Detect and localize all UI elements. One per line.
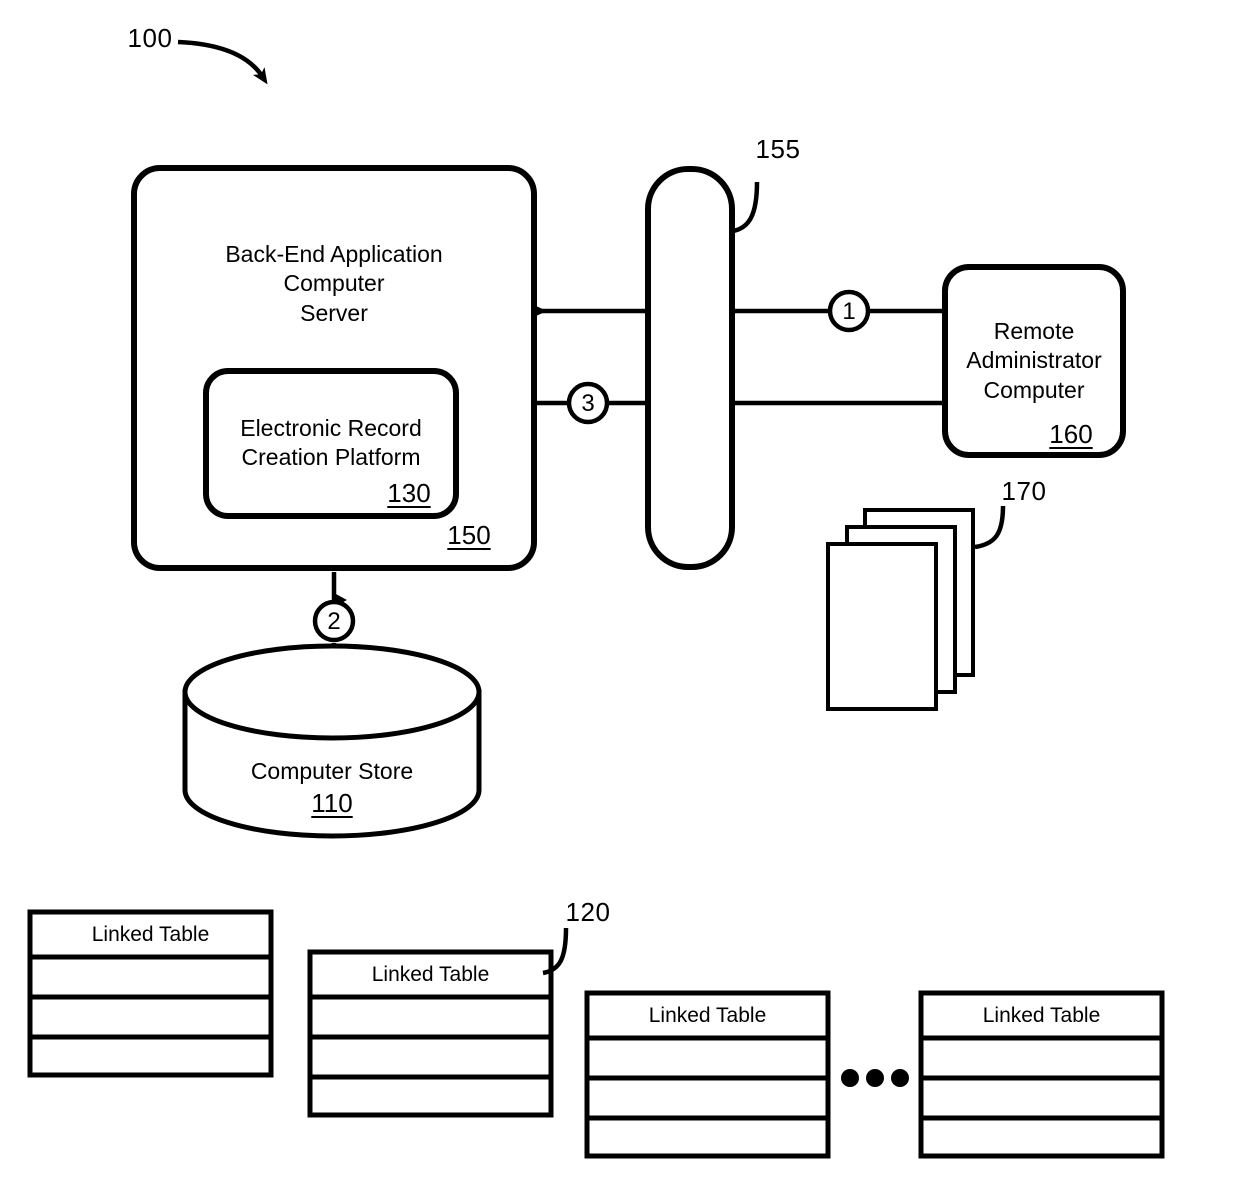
flow-marker-2-label: 2 [327,608,341,635]
linked-table-2-header: Linked Table [371,963,490,986]
backend-server-ref: 150 [447,520,491,550]
ellipsis-dots [841,1069,909,1087]
remote-admin-title: Remote Administrator Computer [966,318,1102,403]
linked-tables-ref: 120 [565,897,611,927]
patent-figure: 100 Back-End Application Computer Server… [0,0,1240,1203]
remote-admin-ref: 160 [1049,419,1093,449]
backend-server-title: Back-End Application Computer Server [225,241,443,326]
document-stack [826,505,1006,711]
flow-marker-1-label: 1 [842,298,856,325]
flow-marker-3-label: 3 [581,390,595,417]
figure-leader-arrow [177,39,268,85]
linked-table-3-header: Linked Table [648,1004,767,1027]
linked-table-1-header: Linked Table [91,923,210,946]
backend-server-box [131,165,537,571]
computer-store-ref: 110 [311,788,353,818]
network-element [645,166,760,570]
document-stack-ref: 170 [1001,476,1047,506]
computer-store-title: Computer Store [250,758,414,784]
linked-table-4-header: Linked Table [982,1004,1101,1027]
network-ref: 155 [755,134,801,164]
figure-reference-label: 100 [127,23,173,53]
record-creation-platform-ref: 130 [387,478,431,508]
record-creation-platform-title: Electronic Record Creation Platform [240,415,422,471]
